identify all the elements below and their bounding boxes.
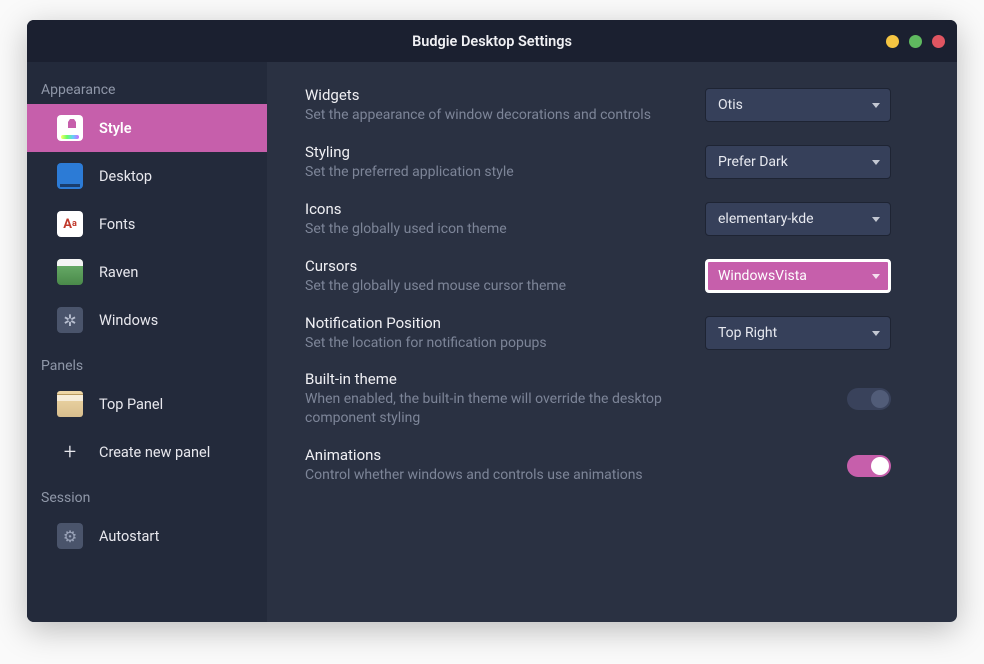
sidebar-item-raven[interactable]: Raven bbox=[27, 248, 267, 296]
style-icon bbox=[57, 115, 83, 141]
setting-desc: Set the globally used mouse cursor theme bbox=[305, 277, 685, 296]
fonts-icon: Aa bbox=[57, 211, 83, 237]
setting-notification-position: Notification Position Set the location f… bbox=[305, 314, 927, 353]
windows-icon: ✲ bbox=[57, 307, 83, 333]
sidebar: Appearance Style Desktop Aa Fonts Raven … bbox=[27, 62, 267, 622]
styling-dropdown[interactable]: Prefer Dark bbox=[705, 145, 891, 179]
sidebar-item-label: Style bbox=[99, 120, 132, 137]
dropdown-value: elementary-kde bbox=[718, 211, 814, 227]
sidebar-item-create-panel[interactable]: + Create new panel bbox=[27, 428, 267, 476]
sidebar-item-label: Desktop bbox=[99, 168, 152, 185]
setting-desc: Set the preferred application style bbox=[305, 163, 685, 182]
setting-title: Styling bbox=[305, 143, 685, 161]
icons-dropdown[interactable]: elementary-kde bbox=[705, 202, 891, 236]
notification-position-dropdown[interactable]: Top Right bbox=[705, 316, 891, 350]
sidebar-item-desktop[interactable]: Desktop bbox=[27, 152, 267, 200]
panel-icon bbox=[57, 391, 83, 417]
maximize-button[interactable] bbox=[909, 35, 922, 48]
dropdown-value: WindowsVista bbox=[718, 268, 807, 284]
sidebar-section-panels: Panels bbox=[27, 344, 267, 380]
setting-widgets: Widgets Set the appearance of window dec… bbox=[305, 86, 927, 125]
toggle-knob bbox=[871, 390, 889, 408]
sidebar-item-label: Create new panel bbox=[99, 444, 210, 461]
cursors-dropdown[interactable]: WindowsVista bbox=[705, 259, 891, 293]
setting-animations: Animations Control whether windows and c… bbox=[305, 446, 927, 485]
setting-title: Animations bbox=[305, 446, 685, 464]
titlebar: Budgie Desktop Settings bbox=[27, 20, 957, 62]
sidebar-item-fonts[interactable]: Aa Fonts bbox=[27, 200, 267, 248]
sidebar-section-session: Session bbox=[27, 476, 267, 512]
desktop-icon bbox=[57, 163, 83, 189]
setting-cursors: Cursors Set the globally used mouse curs… bbox=[305, 257, 927, 296]
sidebar-section-appearance: Appearance bbox=[27, 68, 267, 104]
chevron-down-icon bbox=[872, 160, 880, 165]
sidebar-item-label: Raven bbox=[99, 264, 138, 281]
minimize-button[interactable] bbox=[886, 35, 899, 48]
setting-builtin-theme: Built-in theme When enabled, the built-i… bbox=[305, 370, 927, 428]
setting-icons: Icons Set the globally used icon theme e… bbox=[305, 200, 927, 239]
setting-title: Cursors bbox=[305, 257, 685, 275]
sidebar-item-autostart[interactable]: ⚙ Autostart bbox=[27, 512, 267, 560]
setting-title: Built-in theme bbox=[305, 370, 685, 388]
sidebar-item-windows[interactable]: ✲ Windows bbox=[27, 296, 267, 344]
plus-icon: + bbox=[57, 439, 83, 465]
sidebar-item-top-panel[interactable]: Top Panel bbox=[27, 380, 267, 428]
dropdown-value: Otis bbox=[718, 97, 743, 113]
close-button[interactable] bbox=[932, 35, 945, 48]
content-pane: Widgets Set the appearance of window dec… bbox=[267, 62, 957, 622]
setting-desc: When enabled, the built-in theme will ov… bbox=[305, 390, 685, 428]
chevron-down-icon bbox=[872, 274, 880, 279]
dropdown-value: Top Right bbox=[718, 325, 777, 341]
setting-title: Notification Position bbox=[305, 314, 685, 332]
window-body: Appearance Style Desktop Aa Fonts Raven … bbox=[27, 62, 957, 622]
setting-desc: Control whether windows and controls use… bbox=[305, 466, 685, 485]
setting-desc: Set the location for notification popups bbox=[305, 334, 685, 353]
gear-icon: ⚙ bbox=[57, 523, 83, 549]
window-title: Budgie Desktop Settings bbox=[412, 33, 572, 50]
toggle-knob bbox=[871, 457, 889, 475]
window-controls bbox=[886, 35, 945, 48]
widgets-dropdown[interactable]: Otis bbox=[705, 88, 891, 122]
sidebar-item-label: Autostart bbox=[99, 528, 159, 545]
chevron-down-icon bbox=[872, 331, 880, 336]
chevron-down-icon bbox=[872, 217, 880, 222]
sidebar-item-style[interactable]: Style bbox=[27, 104, 267, 152]
sidebar-item-label: Fonts bbox=[99, 216, 135, 233]
setting-title: Icons bbox=[305, 200, 685, 218]
sidebar-item-label: Windows bbox=[99, 312, 158, 329]
sidebar-item-label: Top Panel bbox=[99, 396, 163, 413]
setting-title: Widgets bbox=[305, 86, 685, 104]
chevron-down-icon bbox=[872, 103, 880, 108]
settings-window: Budgie Desktop Settings Appearance Style… bbox=[27, 20, 957, 622]
animations-toggle[interactable] bbox=[847, 455, 891, 477]
builtin-theme-toggle[interactable] bbox=[847, 388, 891, 410]
setting-desc: Set the appearance of window decorations… bbox=[305, 106, 685, 125]
raven-icon bbox=[57, 259, 83, 285]
dropdown-value: Prefer Dark bbox=[718, 154, 788, 170]
setting-styling: Styling Set the preferred application st… bbox=[305, 143, 927, 182]
setting-desc: Set the globally used icon theme bbox=[305, 220, 685, 239]
